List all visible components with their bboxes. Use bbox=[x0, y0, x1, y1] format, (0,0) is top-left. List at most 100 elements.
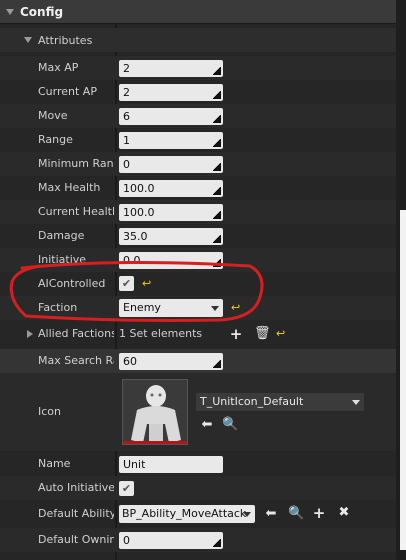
category-config[interactable]: Config bbox=[0, 0, 396, 24]
property-label: Max AP bbox=[38, 61, 79, 74]
property-row: Minimum Range 0 bbox=[0, 152, 396, 176]
spin-handle-icon[interactable] bbox=[213, 539, 221, 547]
checkmark-icon: ✔ bbox=[121, 277, 132, 290]
property-label: Minimum Range bbox=[38, 157, 114, 170]
default-ability-dropdown[interactable]: BP_Ability_MoveAttack bbox=[119, 505, 255, 523]
max-health-field[interactable]: 100.0 bbox=[119, 180, 223, 197]
add-element-icon[interactable]: + bbox=[229, 327, 243, 342]
move-field[interactable]: 6 bbox=[119, 108, 223, 125]
field-value: 100.0 bbox=[123, 206, 155, 219]
spin-handle-icon[interactable] bbox=[213, 91, 221, 99]
spin-handle-icon[interactable] bbox=[213, 211, 221, 219]
property-label: AIControlled bbox=[38, 277, 106, 290]
dropdown-value: Enemy bbox=[123, 301, 161, 314]
current-health-field[interactable]: 100.0 bbox=[119, 204, 223, 221]
spin-handle-icon[interactable] bbox=[213, 163, 221, 171]
unit-icon-thumbnail[interactable] bbox=[122, 379, 188, 445]
checkmark-icon: ✔ bbox=[121, 482, 132, 495]
property-row: AIControlled ✔ ↩ bbox=[0, 272, 396, 296]
property-label: Default Ability bbox=[38, 507, 114, 520]
scrollbar-thumb[interactable] bbox=[400, 210, 406, 550]
character-portrait-icon bbox=[123, 380, 187, 444]
spin-handle-icon[interactable] bbox=[213, 139, 221, 147]
reset-to-default-icon[interactable]: ↩ bbox=[276, 328, 286, 339]
field-value: 35.0 bbox=[123, 230, 148, 243]
faction-dropdown[interactable]: Enemy bbox=[119, 299, 223, 317]
minimum-range-field[interactable]: 0 bbox=[119, 156, 223, 173]
dropdown-value: T_UnitIcon_Default bbox=[200, 395, 304, 408]
field-value: 2 bbox=[123, 62, 130, 75]
ai-controlled-checkbox[interactable]: ✔ bbox=[119, 276, 134, 291]
category-label: Config bbox=[20, 4, 64, 19]
set-elements-count: 1 Set elements bbox=[119, 327, 203, 340]
property-row: Allied Factions 1 Set elements + 🗑 ↩ bbox=[0, 322, 396, 346]
thumbnail-red-bar bbox=[123, 441, 187, 444]
damage-field[interactable]: 35.0 bbox=[119, 228, 223, 245]
property-label: Icon bbox=[38, 405, 61, 418]
property-label: Damage bbox=[38, 229, 85, 242]
spin-handle-icon[interactable] bbox=[213, 187, 221, 195]
field-value: 0 bbox=[123, 534, 130, 547]
details-panel: Config Attributes Max AP 2 Current AP 2 … bbox=[0, 0, 406, 560]
clear-icon[interactable]: ✖ bbox=[337, 506, 351, 520]
property-row: Move 6 bbox=[0, 104, 396, 128]
spin-handle-icon[interactable] bbox=[213, 115, 221, 123]
property-label: Max Health bbox=[38, 181, 101, 194]
new-blueprint-plus-icon[interactable]: + bbox=[312, 506, 326, 521]
property-row: Max Health 100.0 bbox=[0, 176, 396, 200]
icon-asset-dropdown[interactable]: T_UnitIcon_Default bbox=[196, 393, 364, 411]
search-icon[interactable]: 🔍 bbox=[288, 507, 304, 521]
spin-handle-icon[interactable] bbox=[213, 235, 221, 243]
property-label: Current Health bbox=[38, 205, 114, 218]
field-value: 1 bbox=[123, 134, 130, 147]
max-ap-field[interactable]: 2 bbox=[119, 60, 223, 77]
field-value: Unit bbox=[123, 458, 146, 471]
chevron-down-icon bbox=[352, 400, 360, 405]
property-row: Default Owning Player 0 bbox=[0, 528, 396, 552]
trash-icon[interactable]: 🗑 bbox=[254, 327, 271, 341]
property-row: Icon bbox=[0, 373, 396, 451]
property-row: Current AP 2 bbox=[0, 80, 396, 104]
expand-arrow-icon[interactable] bbox=[27, 330, 33, 338]
expand-arrow-icon bbox=[24, 37, 32, 43]
field-value: 2 bbox=[123, 86, 130, 99]
property-label: Faction bbox=[38, 301, 78, 314]
chevron-down-icon bbox=[243, 512, 251, 517]
chevron-down-icon bbox=[211, 306, 219, 311]
initiative-field[interactable]: 0.0 bbox=[119, 252, 223, 269]
field-value: 6 bbox=[123, 110, 130, 123]
spin-handle-icon[interactable] bbox=[213, 259, 221, 267]
field-value: 0.0 bbox=[123, 254, 141, 267]
property-label: Move bbox=[38, 109, 68, 122]
range-field[interactable]: 1 bbox=[119, 132, 223, 149]
property-row: Auto Initiative on Spawn ✔ bbox=[0, 476, 396, 500]
property-row: Max Search Range 60 bbox=[0, 349, 396, 373]
property-label: Auto Initiative on Spawn bbox=[38, 481, 114, 494]
property-label: Name bbox=[38, 457, 71, 470]
property-label: Max Search Range bbox=[38, 354, 114, 367]
property-label: Default Owning Player bbox=[38, 533, 114, 546]
spin-handle-icon[interactable] bbox=[213, 360, 221, 368]
property-row: Current Health 100.0 bbox=[0, 200, 396, 224]
reset-to-default-icon[interactable]: ↩ bbox=[142, 278, 152, 289]
property-row: Range 1 bbox=[0, 128, 396, 152]
dropdown-value: BP_Ability_MoveAttack bbox=[122, 507, 247, 520]
auto-initiative-checkbox[interactable]: ✔ bbox=[119, 481, 134, 496]
expand-arrow-icon bbox=[6, 8, 14, 15]
subcategory-attributes[interactable]: Attributes bbox=[0, 28, 396, 52]
max-search-range-field[interactable]: 60 bbox=[119, 353, 223, 370]
reset-to-default-icon[interactable]: ↩ bbox=[231, 302, 241, 313]
search-icon[interactable]: 🔍 bbox=[222, 418, 238, 432]
property-row: Initiative 0.0 bbox=[0, 248, 396, 272]
property-label: Current AP bbox=[38, 85, 97, 98]
field-value: 0 bbox=[123, 158, 130, 171]
use-selected-arrow-icon[interactable]: ⬅ bbox=[200, 418, 214, 432]
default-owning-player-field[interactable]: 0 bbox=[119, 532, 223, 549]
use-selected-arrow-icon[interactable]: ⬅ bbox=[264, 507, 278, 521]
right-scrollbar-area[interactable] bbox=[396, 0, 406, 560]
spin-handle-icon[interactable] bbox=[213, 67, 221, 75]
property-label: Range bbox=[38, 133, 73, 146]
current-ap-field[interactable]: 2 bbox=[119, 84, 223, 101]
subcategory-label: Attributes bbox=[38, 33, 93, 47]
name-field[interactable]: Unit bbox=[119, 456, 223, 473]
